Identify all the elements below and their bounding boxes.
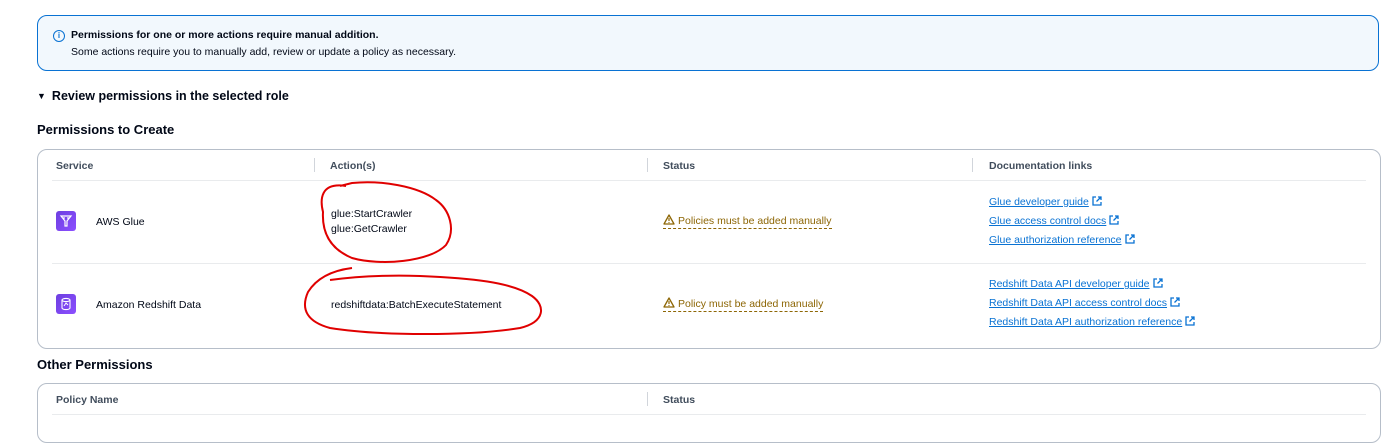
other-permissions-heading: Other Permissions: [37, 357, 153, 372]
info-icon: i: [53, 30, 65, 42]
info-alert: i Permissions for one or more actions re…: [37, 15, 1379, 71]
column-header-service: Service: [56, 160, 94, 172]
alert-title: Permissions for one or more actions requ…: [71, 29, 379, 41]
permissions-table: Service Action(s) Status Documentation l…: [37, 149, 1381, 349]
external-link-icon: [1152, 278, 1163, 288]
status-warning[interactable]: Policy must be added manually: [663, 297, 824, 312]
action-item: glue:StartCrawler: [331, 208, 413, 220]
column-header-policy-name: Policy Name: [56, 394, 119, 406]
external-link-icon: [1185, 316, 1195, 326]
status-text: Policies must be added manually: [678, 215, 832, 227]
aws-glue-service-icon: [56, 211, 76, 231]
table-row: AWS Glue glue:StartCrawler glue:GetCrawl…: [38, 181, 1380, 263]
review-permissions-expander[interactable]: ▼ Review permissions in the selected role: [37, 89, 289, 103]
doc-link[interactable]: Glue developer guide: [989, 193, 1135, 212]
external-link-icon: [1170, 297, 1180, 307]
action-item: glue:GetCrawler: [331, 223, 407, 235]
documentation-links: Redshift Data API developer guide Redshi…: [989, 275, 1195, 332]
caret-down-icon: ▼: [37, 91, 46, 101]
permissions-to-create-heading: Permissions to Create: [37, 122, 175, 137]
external-link-icon: [1124, 234, 1135, 244]
amazon-redshift-data-service-icon: [56, 294, 76, 314]
other-permissions-table: Policy Name Status: [37, 383, 1381, 443]
alert-body: Some actions require you to manually add…: [71, 46, 457, 58]
service-name: AWS Glue: [96, 216, 145, 228]
header-divider: [52, 414, 1366, 415]
table-row: Amazon Redshift Data redshiftdata:BatchE…: [38, 264, 1380, 348]
doc-link[interactable]: Redshift Data API developer guide: [989, 275, 1195, 294]
column-header-actions: Action(s): [330, 160, 376, 172]
column-separator: [647, 392, 648, 406]
status-text: Policy must be added manually: [678, 298, 824, 310]
status-warning[interactable]: Policies must be added manually: [663, 214, 832, 229]
doc-link[interactable]: Glue access control docs: [989, 212, 1135, 231]
doc-link[interactable]: Redshift Data API access control docs: [989, 294, 1195, 313]
service-name: Amazon Redshift Data: [96, 299, 202, 311]
column-header-status: Status: [663, 394, 696, 406]
doc-link[interactable]: Glue authorization reference: [989, 231, 1135, 250]
action-list: redshiftdata:BatchExecuteStatement: [331, 298, 501, 313]
documentation-links: Glue developer guide Glue access control…: [989, 193, 1135, 250]
action-item: redshiftdata:BatchExecuteStatement: [331, 299, 502, 311]
expander-label: Review permissions in the selected role: [51, 89, 289, 103]
external-link-icon: [1092, 196, 1102, 206]
column-separator: [972, 158, 973, 172]
warning-icon: [663, 214, 675, 225]
external-link-icon: [1109, 215, 1119, 225]
column-separator: [314, 158, 315, 172]
warning-icon: [663, 297, 675, 308]
doc-link[interactable]: Redshift Data API authorization referenc…: [989, 313, 1195, 332]
column-header-documentation: Documentation links: [989, 160, 1093, 172]
action-list: glue:StartCrawler glue:GetCrawler: [331, 207, 412, 237]
column-separator: [647, 158, 648, 172]
column-header-status: Status: [663, 160, 696, 172]
